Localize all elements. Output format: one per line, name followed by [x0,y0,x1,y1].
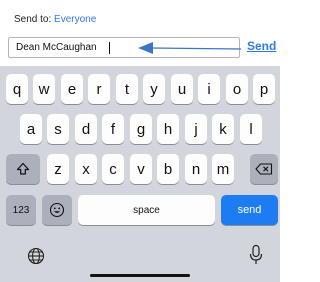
key-n[interactable]: n [185,154,207,184]
key-q[interactable]: q [6,74,28,104]
numbers-key[interactable]: 123 [6,195,36,225]
send-key[interactable]: send [221,195,278,225]
key-w[interactable]: w [33,74,55,104]
shift-arrow-icon [16,162,30,175]
key-x[interactable]: x [75,154,97,184]
key-r[interactable]: r [88,74,110,104]
key-i[interactable]: i [198,74,220,104]
key-v[interactable]: v [130,154,152,184]
key-j[interactable]: j [185,114,207,144]
key-t[interactable]: t [116,74,138,104]
key-o[interactable]: o [226,74,248,104]
key-d[interactable]: d [75,114,97,144]
screen: Send to: Everyone Dean McCaughan Send q … [0,0,280,282]
key-l[interactable]: l [240,114,262,144]
key-y[interactable]: y [143,74,165,104]
home-indicator [90,274,190,277]
globe-icon[interactable] [24,244,48,268]
emoji-smiley-icon [49,202,65,218]
microphone-icon[interactable] [244,242,268,268]
key-h[interactable]: h [157,114,179,144]
shift-key[interactable] [6,154,40,184]
key-k[interactable]: k [212,114,234,144]
key-s[interactable]: s [47,114,69,144]
delete-key[interactable] [250,154,278,184]
key-e[interactable]: e [61,74,83,104]
send-link[interactable]: Send [247,39,276,53]
backspace-icon [255,163,273,175]
emoji-key[interactable] [42,195,72,225]
key-c[interactable]: c [102,154,124,184]
key-m[interactable]: m [212,154,234,184]
key-a[interactable]: a [20,114,42,144]
key-u[interactable]: u [171,74,193,104]
key-g[interactable]: g [130,114,152,144]
key-f[interactable]: f [102,114,124,144]
key-p[interactable]: p [253,74,275,104]
key-z[interactable]: z [47,154,69,184]
space-key[interactable]: space [78,195,215,225]
key-b[interactable]: b [157,154,179,184]
